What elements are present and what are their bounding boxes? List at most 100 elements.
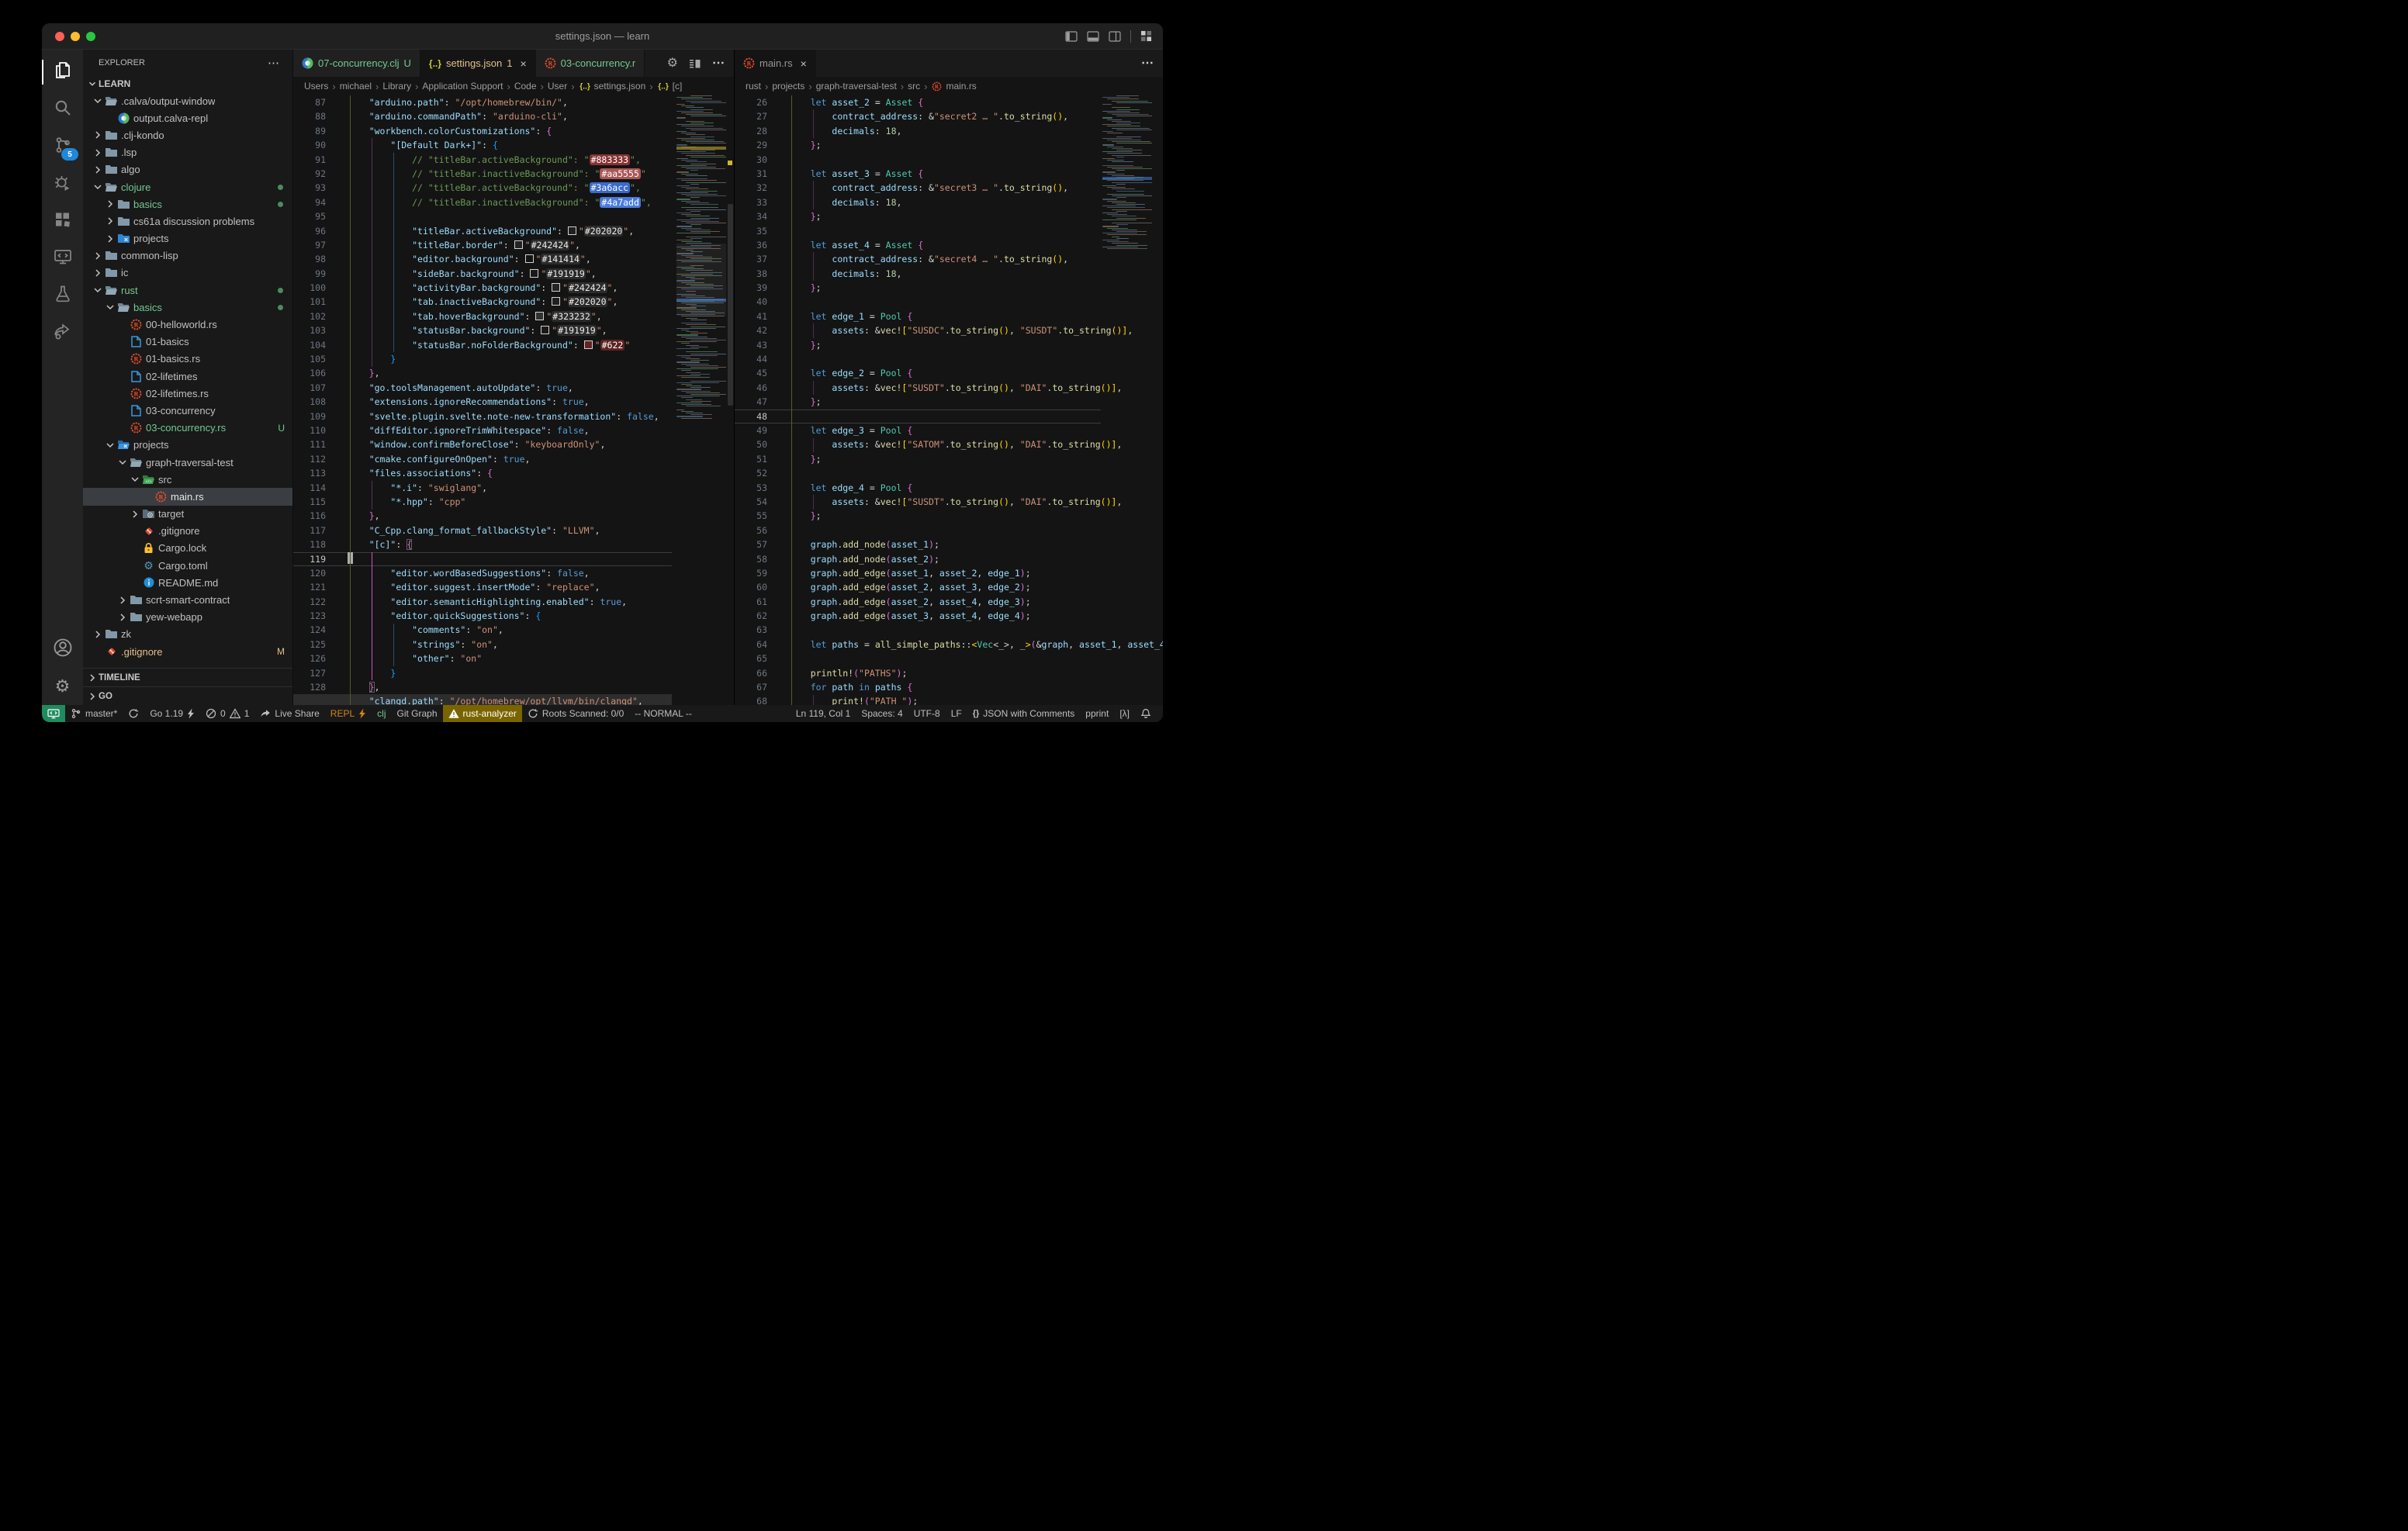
- color-swatch[interactable]: [552, 283, 560, 292]
- status-clj[interactable]: clj: [372, 705, 391, 722]
- status-git-graph[interactable]: Git Graph: [392, 705, 443, 722]
- color-swatch[interactable]: [552, 297, 560, 306]
- split-editor-icon[interactable]: [689, 57, 701, 70]
- tree-item-algo[interactable]: algo: [83, 161, 292, 178]
- close-icon[interactable]: ×: [801, 57, 807, 70]
- status-language-mode[interactable]: {}JSON with Comments: [967, 705, 1081, 722]
- breadcrumb-item[interactable]: {..}[c]: [657, 81, 683, 92]
- color-swatch[interactable]: [584, 340, 593, 349]
- toggle-sidebar-icon[interactable]: [1065, 31, 1078, 42]
- tree-item-rust[interactable]: rust: [83, 282, 292, 299]
- tree-item-readme.md[interactable]: README.md: [83, 574, 292, 591]
- activity-item-run-debug[interactable]: [42, 165, 83, 202]
- status-sync[interactable]: [123, 705, 144, 722]
- status-repl[interactable]: REPL: [325, 705, 372, 722]
- color-swatch[interactable]: [541, 326, 549, 334]
- tree-item-zk[interactable]: zk: [83, 626, 292, 643]
- more-actions-icon[interactable]: ⋯: [712, 57, 725, 70]
- tree-item-target[interactable]: target: [83, 506, 292, 523]
- status-eol[interactable]: LF: [946, 705, 967, 722]
- tree-item-.calva-output-window[interactable]: .calva/output-window: [83, 92, 292, 109]
- color-swatch[interactable]: [525, 254, 534, 263]
- tree-item-ic[interactable]: ic: [83, 264, 292, 282]
- tree-item-.lsp[interactable]: .lsp: [83, 144, 292, 161]
- tree-item-output.calva-repl[interactable]: output.calva-repl: [83, 109, 292, 126]
- breadcrumb-item[interactable]: Code: [514, 81, 537, 92]
- activity-item-remote-explorer[interactable]: [42, 240, 83, 277]
- activity-item-extensions[interactable]: [42, 202, 83, 240]
- breadcrumb-item[interactable]: Rmain.rs: [931, 81, 976, 92]
- close-window-button[interactable]: [55, 32, 64, 41]
- status-remote-indicator[interactable]: [42, 705, 65, 722]
- tree-item-03-concurrency[interactable]: 03-concurrency: [83, 402, 292, 419]
- status-live-share[interactable]: Live Share: [254, 705, 324, 722]
- status-encoding[interactable]: UTF-8: [908, 705, 946, 722]
- activity-item-settings[interactable]: ⚙: [42, 668, 83, 705]
- status-git-branch[interactable]: master*: [65, 705, 123, 722]
- sidebar-section-go[interactable]: GO: [83, 686, 292, 705]
- breadcrumb-item[interactable]: rust: [746, 81, 761, 92]
- status-lambda[interactable]: [λ]: [1114, 705, 1135, 722]
- breadcrumb-item[interactable]: michael: [340, 81, 372, 92]
- tree-item-common-lisp[interactable]: common-lisp: [83, 247, 292, 264]
- tree-item-.gitignore[interactable]: .gitignoreM: [83, 643, 292, 660]
- color-swatch[interactable]: [530, 269, 538, 278]
- tree-item-clojure[interactable]: clojure: [83, 178, 292, 195]
- tree-item-basics[interactable]: basics: [83, 195, 292, 213]
- breadcrumb-item[interactable]: {..}settings.json: [579, 81, 646, 92]
- tree-item-cargo.lock[interactable]: Cargo.lock: [83, 540, 292, 557]
- breadcrumb-item[interactable]: Users: [304, 81, 328, 92]
- tree-item-yew-webapp[interactable]: yew-webapp: [83, 609, 292, 626]
- tree-item-00-helloworld.rs[interactable]: R00-helloworld.rs: [83, 316, 292, 333]
- tree-item-cs61a-discussion-problems[interactable]: cs61a discussion problems: [83, 213, 292, 230]
- color-swatch[interactable]: [535, 312, 544, 320]
- sidebar-more-actions-icon[interactable]: ⋯: [268, 56, 280, 70]
- sidebar-section-timeline[interactable]: TIMELINE: [83, 668, 292, 686]
- minimize-window-button[interactable]: [71, 32, 80, 41]
- tree-item-scrt-smart-contract[interactable]: scrt-smart-contract: [83, 591, 292, 608]
- activity-item-source-control[interactable]: 5: [42, 128, 83, 165]
- tree-item-basics[interactable]: basics: [83, 299, 292, 316]
- tab-main.rs[interactable]: Rmain.rs×: [735, 50, 816, 77]
- tree-item-01-basics.rs[interactable]: R01-basics.rs: [83, 351, 292, 368]
- tree-item-01-basics[interactable]: 01-basics: [83, 334, 292, 351]
- tab-settings.json[interactable]: {..}settings.json1×: [420, 50, 536, 77]
- minimap[interactable]: [676, 95, 726, 705]
- tree-item-03-concurrency.rs[interactable]: R03-concurrency.rsU: [83, 420, 292, 437]
- breadcrumb-item[interactable]: Library: [382, 81, 411, 92]
- tab-07-concurrency.clj[interactable]: 07-concurrency.cljU: [293, 50, 420, 77]
- status-roots-scanned[interactable]: Roots Scanned: 0/0: [522, 705, 629, 722]
- breadcrumb-item[interactable]: Application Support: [422, 81, 503, 92]
- tree-item-main.rs[interactable]: Rmain.rs: [83, 488, 292, 505]
- toggle-secondary-sidebar-icon[interactable]: [1109, 31, 1121, 42]
- toggle-panel-icon[interactable]: [1087, 31, 1099, 42]
- breadcrumb-item[interactable]: src: [908, 81, 920, 92]
- status-vim-mode[interactable]: -- NORMAL --: [629, 705, 697, 722]
- status-indentation[interactable]: Spaces: 4: [856, 705, 908, 722]
- customize-layout-icon[interactable]: [1140, 30, 1152, 42]
- breadcrumb-item[interactable]: User: [548, 81, 567, 92]
- status-go-version[interactable]: Go 1.19: [144, 705, 200, 722]
- code-editor-mainrs[interactable]: 26 let asset_2 = Asset {27 contract_addr…: [735, 95, 1163, 705]
- status-pprint[interactable]: pprint: [1080, 705, 1114, 722]
- tree-item-src[interactable]: </>src: [83, 471, 292, 488]
- activity-item-explorer[interactable]: [42, 54, 83, 91]
- status-rust-analyzer[interactable]: rust-analyzer: [443, 705, 522, 722]
- editor-settings-icon[interactable]: ⚙: [667, 57, 678, 70]
- code-editor-settings[interactable]: 87 "arduino.path": "/opt/homebrew/bin/",…: [293, 95, 734, 705]
- tree-item-graph-traversal-test[interactable]: graph-traversal-test: [83, 454, 292, 471]
- minimap[interactable]: [1102, 95, 1152, 705]
- tree-item-projects[interactable]: projects: [83, 230, 292, 247]
- color-swatch[interactable]: [514, 240, 523, 249]
- activity-item-accounts[interactable]: [42, 631, 83, 668]
- breadcrumb-item[interactable]: graph-traversal-test: [816, 81, 897, 92]
- color-swatch[interactable]: [568, 226, 576, 235]
- zoom-window-button[interactable]: [86, 32, 95, 41]
- status-problems[interactable]: 01: [200, 705, 254, 722]
- tree-item-cargo.toml[interactable]: ⚙Cargo.toml: [83, 557, 292, 574]
- activity-item-search[interactable]: [42, 91, 83, 128]
- more-actions-icon[interactable]: ⋯: [1141, 57, 1154, 70]
- tree-item-.gitignore[interactable]: .gitignore: [83, 523, 292, 540]
- activity-item-testing[interactable]: [42, 277, 83, 314]
- tree-item-projects[interactable]: projects: [83, 437, 292, 454]
